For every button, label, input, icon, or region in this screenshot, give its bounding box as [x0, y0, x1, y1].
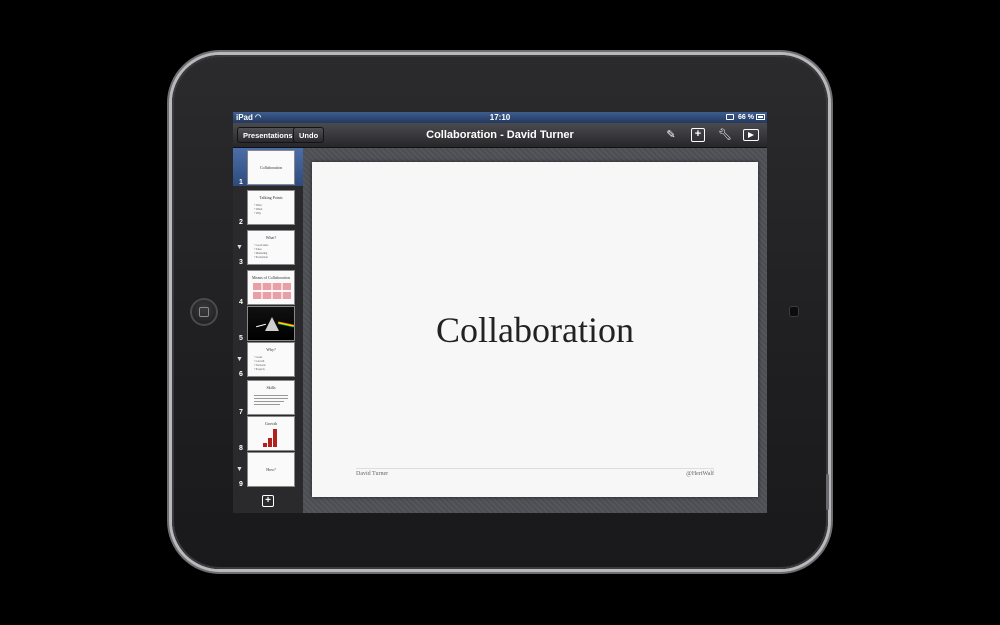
document-title: Collaboration - David Turner [426, 129, 574, 141]
thumb-title: Means of Collaboration [252, 275, 290, 280]
thumb-title: What? [265, 235, 277, 240]
thumb-bullet: • Why [254, 212, 262, 215]
battery-icon [756, 114, 765, 120]
slide-thumb-8[interactable]: Growth 8 [233, 414, 303, 452]
camera-icon [790, 307, 798, 316]
slide-thumb-2[interactable]: Talking Points • What • When • Why 2 [233, 188, 303, 226]
thumbnail [247, 306, 295, 341]
slide-number: 1 [239, 179, 243, 186]
disclosure-triangle-icon[interactable]: ▼ [236, 466, 243, 473]
thumb-title: Why? [266, 347, 276, 352]
slide-thumb-7[interactable]: Skills 7 [233, 378, 303, 416]
thumbnail: Growth [247, 416, 295, 451]
thumb-title: Talking Points [259, 195, 283, 200]
thumbnail: Why? • Goals • Growth • Network • Projec… [247, 342, 295, 377]
format-brush-icon[interactable]: ✎ [664, 128, 678, 142]
slide-number: 6 [239, 371, 243, 378]
airplay-icon [726, 114, 734, 120]
thumb-title: Growth [264, 421, 278, 426]
slide-navigator: Collaboration 1 Talking Points • What • … [233, 148, 303, 513]
side-button [826, 474, 829, 510]
thumb-bullets: • Good ideas • Sales • Marketing • Produ… [254, 244, 268, 260]
rainbow-image [277, 321, 294, 328]
thumb-text-line [254, 398, 288, 399]
thumb-text-lines [254, 393, 288, 407]
thumbnail: Collaboration [247, 150, 295, 185]
thumb-title: Collaboration [260, 165, 282, 170]
thumbnail: Means of Collaboration [247, 270, 295, 305]
slide-canvas: Collaboration David Turner @HertWalf [303, 148, 767, 513]
slide-thumb-1[interactable]: Collaboration 1 [233, 148, 303, 186]
disclosure-triangle-icon[interactable]: ▼ [236, 244, 243, 251]
slide-number: 9 [239, 481, 243, 488]
slide-title[interactable]: Collaboration [312, 309, 758, 351]
slide-thumb-9[interactable]: ▼ How? 9 [233, 450, 303, 488]
slide-footer-handle[interactable]: @HertWalf [686, 471, 714, 477]
slide-footer-author[interactable]: David Turner [356, 471, 388, 477]
presentations-button[interactable]: Presentations [237, 127, 299, 143]
add-slide-icon[interactable]: + [691, 128, 705, 142]
wrench-icon[interactable]: 🔧︎ [718, 128, 732, 142]
screen: iPad ◠ 17:10 66 % Presentations Undo Col… [233, 112, 767, 513]
battery-percent: 66 % [738, 114, 754, 121]
thumb-image [253, 283, 291, 290]
toolbar: Presentations Undo Collaboration - David… [233, 123, 767, 148]
add-slide-icon[interactable]: + [262, 495, 274, 507]
slide-thumb-4[interactable]: Means of Collaboration 4 [233, 268, 303, 306]
slide-number: 2 [239, 219, 243, 226]
thumb-title: Skills [266, 385, 276, 390]
chart-bar [273, 429, 277, 447]
slide[interactable]: Collaboration David Turner @HertWalf [312, 162, 758, 497]
status-bar: iPad ◠ 17:10 66 % [233, 112, 767, 123]
thumb-image [253, 292, 291, 299]
chart-bar [263, 443, 267, 447]
slide-thumb-3[interactable]: ▼ What? • Good ideas • Sales • Marketing… [233, 228, 303, 266]
thumb-text-line [254, 401, 284, 402]
thumb-title: How? [266, 467, 276, 472]
thumb-text-line [254, 404, 280, 405]
undo-button[interactable]: Undo [293, 127, 325, 143]
slide-thumb-6[interactable]: ▼ Why? • Goals • Growth • Network • Proj… [233, 340, 303, 378]
play-icon[interactable] [743, 129, 759, 141]
footer-divider [356, 468, 714, 469]
thumbnail: What? • Good ideas • Sales • Marketing •… [247, 230, 295, 265]
thumbnail: How? [247, 452, 295, 487]
home-button[interactable] [190, 298, 218, 326]
slide-thumb-5[interactable]: 5 [233, 304, 303, 342]
status-time: 17:10 [489, 113, 511, 122]
slide-number: 3 [239, 259, 243, 266]
thumb-bullet: • Projects [254, 368, 265, 371]
thumb-bullets: • What • When • Why [254, 204, 262, 216]
thumbnail: Skills [247, 380, 295, 415]
disclosure-triangle-icon[interactable]: ▼ [236, 356, 243, 363]
thumbnail: Talking Points • What • When • Why [247, 190, 295, 225]
thumb-text-line [254, 395, 288, 396]
chart-bar [268, 438, 272, 447]
thumb-bullets: • Goals • Growth • Network • Projects [254, 356, 265, 372]
thumb-bullet: • Production [254, 256, 268, 259]
